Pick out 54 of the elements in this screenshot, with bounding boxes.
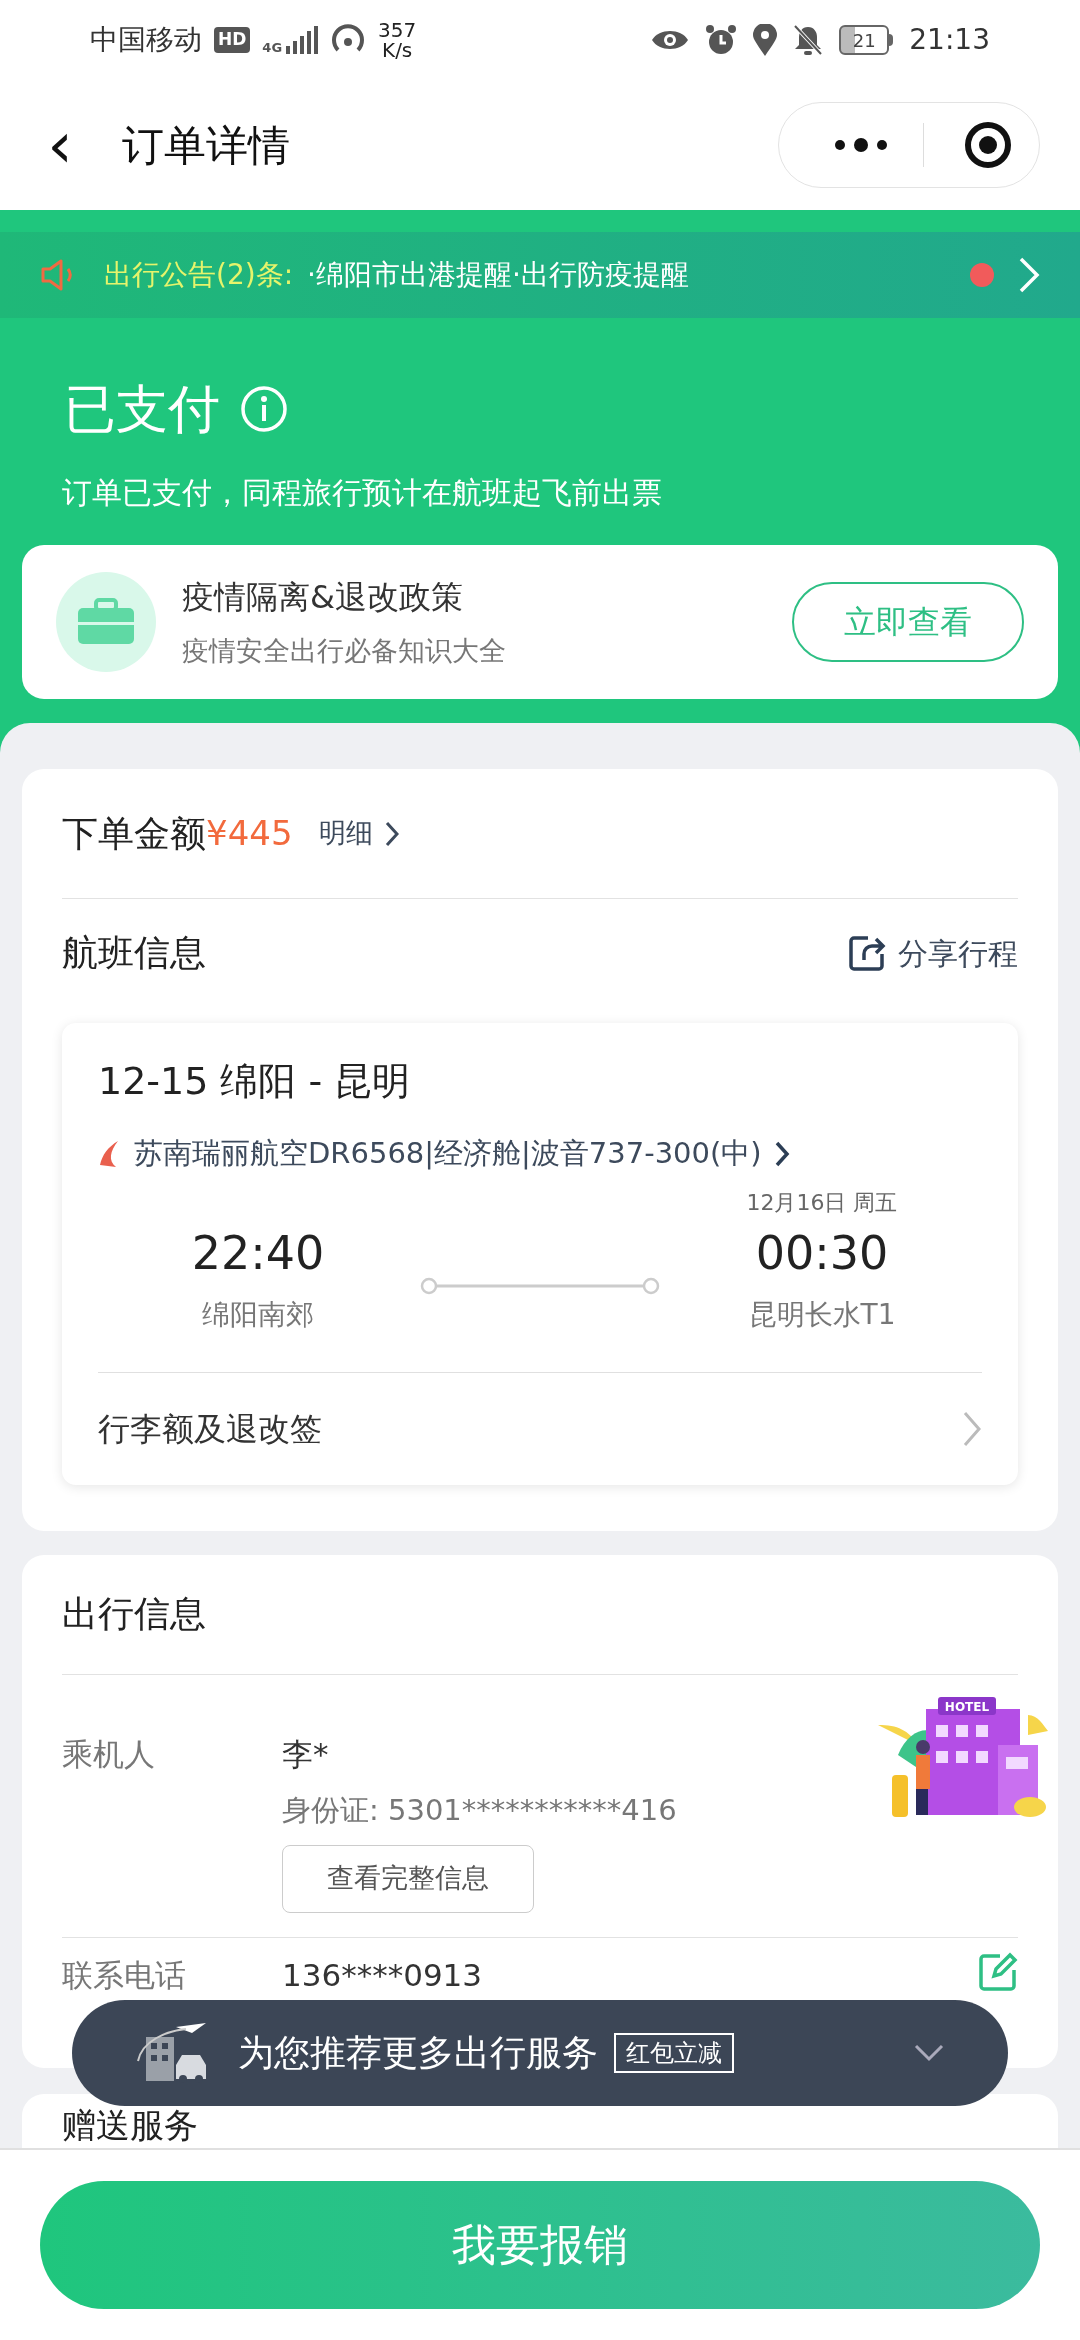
policy-subtitle: 疫情安全出行必备知识大全 [182,633,506,668]
share-icon [848,934,886,972]
banner-tag: 红包立减 [614,2033,734,2073]
share-trip-button[interactable]: 分享行程 [848,930,1018,976]
chevron-right-icon [384,820,399,847]
detail-link[interactable]: 明细 [318,813,399,854]
arrival-date: 12月16日 周五 [746,1188,898,1217]
status-title: 已支付 [64,378,220,441]
arrival-time: 00:30 [755,1224,889,1282]
order-amount: ¥445 [206,812,293,855]
chevron-right-icon [773,1139,790,1168]
view-full-info-button[interactable]: 查看完整信息 [282,1844,534,1913]
contact-label: 联系电话 [62,1955,187,1995]
chevron-right-icon [962,1409,982,1448]
route-text: 12-15 绵阳 - 昆明 [98,1058,412,1105]
close-icon[interactable] [964,121,1012,169]
recommendation-banner[interactable]: 为您推荐更多出行服务 红包立减 [72,2000,1008,2106]
carrier-text: 中国移动 [90,22,202,58]
hotel-sign-text: HOTEL [944,1699,990,1714]
passenger-label: 乘机人 [62,1734,156,1774]
clock-text: 21:13 [909,22,990,58]
location-icon [753,24,778,56]
id-number: 身份证: 5301***********416 [282,1792,677,1829]
notice-label: 出行公告(2)条: [104,257,294,293]
chevron-down-icon [914,2044,944,2062]
arrival-airport: 昆明长水T1 [748,1296,896,1333]
departure-time: 22:40 [191,1224,325,1282]
baggage-row[interactable]: 行李额及退改签 [98,1372,982,1485]
banner-text: 为您推荐更多出行服务 [238,2031,598,2075]
baggage-text: 行李额及退改签 [98,1408,322,1450]
passenger-name: 李* [282,1734,329,1774]
section-title: 航班信息 [62,931,206,975]
airline-text: 苏南瑞丽航空DR6568|经济舱|波音737-300(中) [134,1135,762,1172]
policy-title: 疫情隔离&退改政策 [182,576,464,618]
phone-number: 136****0913 [282,1955,483,1995]
battery-indicator: 21 [839,25,890,55]
speed-unit-text: K/s [382,40,413,60]
signal-icon [286,26,319,54]
speed-text: 357 [378,20,417,40]
section-title: 赠送服务 [62,2108,199,2142]
back-button[interactable]: ‹ [40,115,80,175]
more-icon[interactable] [833,137,889,153]
notice-text: ·绵阳市出港提醒·出行防疫提醒 [307,257,689,293]
network-text: 4G [262,41,283,54]
status-subtitle: 订单已支付，同程旅行预计在航班起飞前出票 [61,474,663,512]
section-title: 出行信息 [62,1554,1018,1675]
page-title: 订单详情 [122,119,290,172]
order-amount-label: 下单金额 [62,811,206,856]
alarm-icon [705,24,738,56]
flight-card[interactable]: 12-15 绵阳 - 昆明 苏南瑞丽航空DR6568|经济舱|波音737-300(中) 22:40 绵阳南郊 12月16日 周五 00:30 昆明长水T1 行李额及退改签 [62,1023,1018,1485]
hd-badge: HD [214,27,251,53]
chevron-right-icon [1018,256,1040,294]
departure-airport: 绵阳南郊 [202,1296,314,1333]
mute-icon [793,24,824,56]
